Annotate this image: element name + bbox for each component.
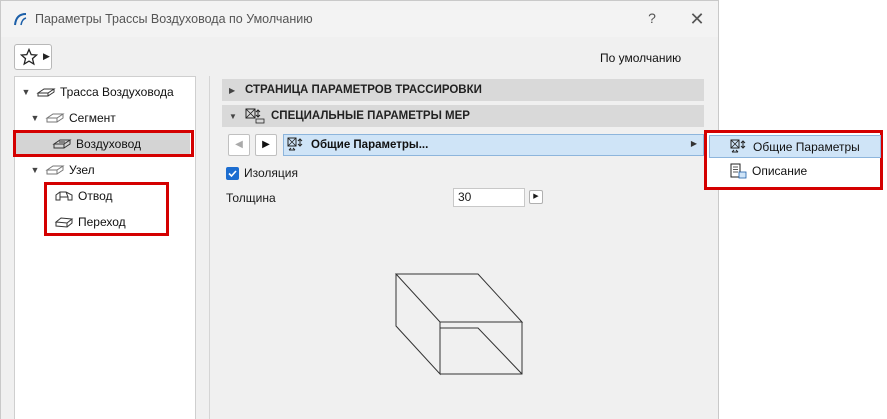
tree-item-node[interactable]: ▼ Узел	[29, 159, 194, 181]
prev-page-button[interactable]: ◀	[228, 134, 250, 156]
tree-item-segment[interactable]: ▼ Сегмент	[29, 107, 194, 129]
general-params-icon	[287, 137, 303, 151]
section-title: СТРАНИЦА ПАРАМЕТРОВ ТРАССИРОВКИ	[245, 84, 482, 96]
checkmark-icon	[228, 169, 237, 177]
next-page-button[interactable]: ▶	[255, 134, 277, 156]
node-icon	[45, 165, 65, 175]
chevron-down-icon[interactable]: ▼	[20, 87, 32, 97]
insulation-label: Изоляция	[244, 166, 298, 180]
chevron-down-icon[interactable]: ▼	[29, 165, 41, 175]
tree-item-label: Сегмент	[69, 111, 116, 125]
menu-item-label: Общие Параметры	[753, 139, 860, 154]
title-bar[interactable]: Параметры Трассы Воздуховода по Умолчани…	[1, 1, 718, 37]
current-page-label: Общие Параметры...	[311, 139, 429, 151]
menu-item-label: Описание	[752, 163, 808, 178]
app-logo-icon	[14, 13, 27, 26]
window-title: Параметры Трассы Воздуховода по Умолчани…	[35, 12, 313, 26]
chevron-right-icon: ▶	[690, 139, 697, 148]
insulation-checkbox[interactable]	[226, 166, 239, 180]
route-icon	[36, 88, 56, 97]
star-icon	[20, 48, 38, 66]
chevron-down-icon[interactable]: ▼	[229, 112, 241, 121]
description-icon	[730, 163, 747, 178]
routing-page-section-header[interactable]: ▶ СТРАНИЦА ПАРАМЕТРОВ ТРАССИРОВКИ	[222, 79, 704, 101]
tree-item-label: Трасса Воздуховода	[60, 85, 174, 99]
chevron-right-icon[interactable]: ▶	[229, 86, 241, 95]
favorites-button[interactable]: ▶	[14, 44, 52, 70]
favorites-dropdown-arrow-icon: ▶	[43, 51, 50, 61]
tree-item-label: Узел	[69, 163, 95, 177]
mep-params-icon	[245, 108, 265, 124]
default-settings-label: По умолчанию	[600, 51, 682, 65]
insulation-row[interactable]: Изоляция	[226, 166, 298, 180]
section-title: СПЕЦИАЛЬНЫЕ ПАРАМЕТРЫ MEP	[271, 110, 470, 122]
chevron-down-icon[interactable]: ▼	[29, 113, 41, 123]
menu-item-description[interactable]: Описание	[709, 159, 881, 182]
thickness-label: Толщина	[226, 191, 276, 205]
help-button[interactable]: ?	[642, 10, 662, 28]
thickness-input[interactable]: 30	[453, 188, 525, 207]
tree-item-duct-route[interactable]: ▼ Трасса Воздуховода	[20, 81, 194, 103]
general-params-icon	[730, 139, 746, 152]
page-popup-menu: Общие Параметры Описание	[704, 130, 883, 190]
segment-icon	[45, 113, 65, 123]
special-params-section-header[interactable]: ▼ СПЕЦИАЛЬНЫЕ ПАРАМЕТРЫ MEP	[222, 105, 704, 127]
thickness-options-button[interactable]: ▶	[529, 190, 543, 204]
duct-highlight-box	[13, 130, 194, 157]
duct-preview-image	[394, 273, 524, 376]
page-selector-dropdown[interactable]: Общие Параметры... ▶	[283, 134, 704, 156]
fittings-highlight-box	[44, 182, 169, 236]
close-button[interactable]: ✕	[687, 9, 707, 29]
menu-item-general-params[interactable]: Общие Параметры	[709, 135, 881, 158]
